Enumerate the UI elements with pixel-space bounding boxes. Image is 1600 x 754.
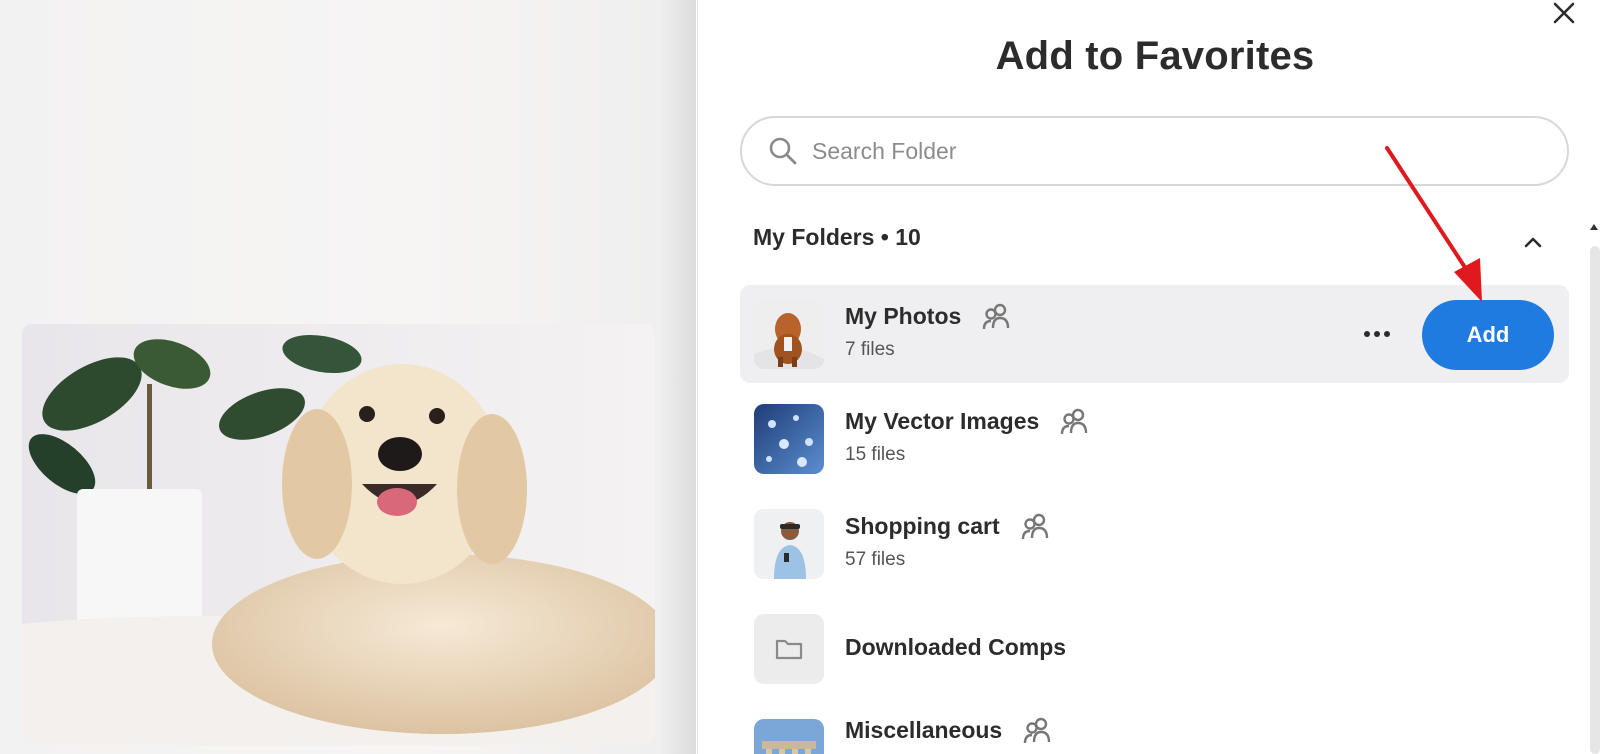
dialog-title: Add to Favorites xyxy=(995,34,1315,78)
folder-info: Downloaded Comps xyxy=(845,634,1066,661)
folder-more-button[interactable] xyxy=(1357,319,1397,349)
shared-users-icon xyxy=(983,303,1010,330)
shared-users-icon xyxy=(1021,513,1048,540)
add-button[interactable]: Add xyxy=(1422,300,1554,370)
preview-backdrop xyxy=(0,0,696,754)
folder-row-my-vector-images[interactable]: My Vector Images 15 files xyxy=(740,390,1569,488)
folder-name: Downloaded Comps xyxy=(845,634,1067,660)
folder-thumbnail xyxy=(754,404,824,474)
folder-info: Shopping cart 57 files xyxy=(845,511,1050,571)
folder-thumbnail xyxy=(754,614,824,684)
folder-row-downloaded-comps[interactable]: Downloaded Comps xyxy=(740,600,1569,698)
shared-users-icon xyxy=(1061,408,1088,435)
folder-thumbnail xyxy=(754,299,824,369)
scroll-up-icon[interactable] xyxy=(1588,220,1600,232)
folder-name: My Photos xyxy=(845,302,962,329)
folder-file-count: 15 files xyxy=(845,444,906,465)
folder-name: Miscellaneous xyxy=(845,716,1003,743)
folder-thumbnail xyxy=(754,509,824,579)
folder-info: Miscellaneous xyxy=(845,715,1052,745)
folder-row-shopping-cart[interactable]: Shopping cart 57 files xyxy=(740,495,1569,593)
folder-icon xyxy=(775,639,803,660)
preview-image xyxy=(22,324,655,745)
folder-name: Shopping cart xyxy=(845,512,1000,539)
folder-thumbnail xyxy=(754,719,824,754)
folder-info: My Vector Images 15 files xyxy=(845,406,1089,466)
folder-file-count: 57 files xyxy=(845,549,906,570)
shared-users-icon xyxy=(1024,717,1051,744)
close-icon xyxy=(1553,2,1575,24)
collapse-folders-button[interactable] xyxy=(1518,232,1548,252)
folder-row-miscellaneous[interactable]: Miscellaneous xyxy=(740,705,1569,754)
folder-file-count: 7 files xyxy=(845,339,895,360)
folder-name: My Vector Images xyxy=(845,407,1040,434)
scrollbar[interactable] xyxy=(1590,246,1600,754)
chevron-up-icon xyxy=(1524,237,1542,248)
search-icon xyxy=(769,137,797,165)
close-button[interactable] xyxy=(1548,0,1580,26)
folder-info: My Photos 7 files xyxy=(845,301,1011,361)
my-folders-header: My Folders • 10 xyxy=(753,224,921,250)
annotation-arrow-icon xyxy=(1385,146,1482,302)
